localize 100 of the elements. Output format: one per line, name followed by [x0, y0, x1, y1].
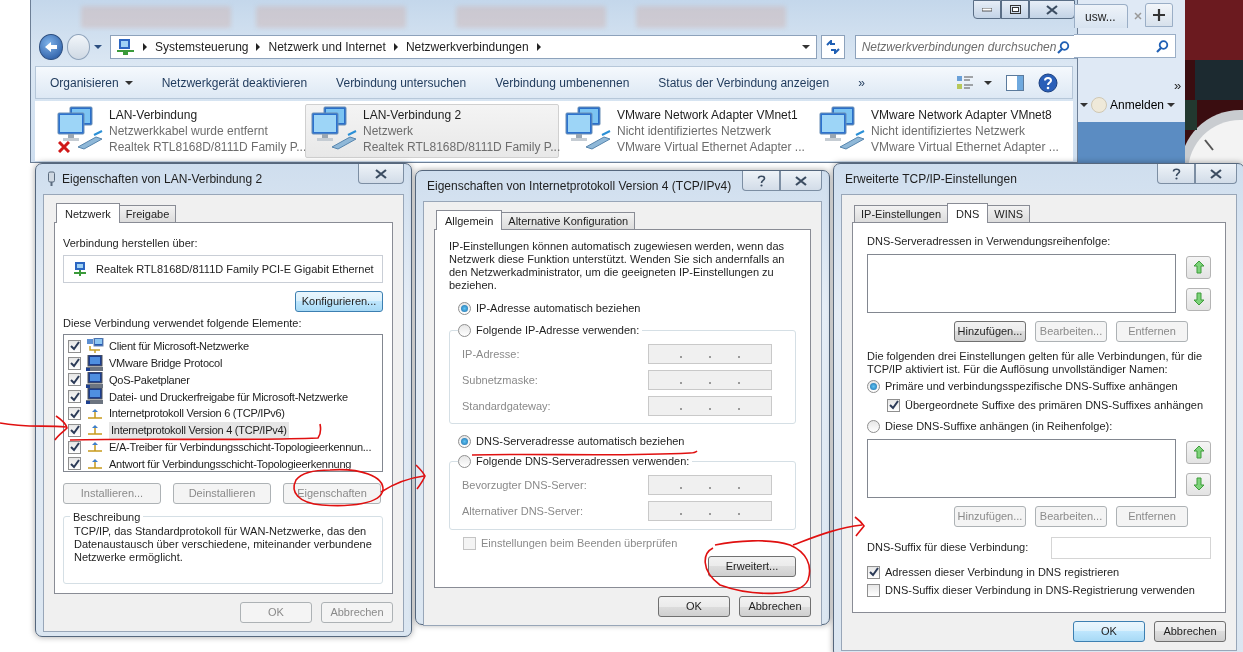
toolbar-button[interactable]: Organisieren	[50, 73, 133, 92]
plus-icon	[1153, 9, 1165, 21]
ok-button[interactable]: OK	[1073, 621, 1145, 642]
tab[interactable]: Allgemein	[436, 210, 503, 230]
help-button[interactable]	[1157, 164, 1195, 184]
breadcrumb-separator-icon[interactable]	[143, 43, 148, 51]
dns-suffix-field[interactable]	[1051, 536, 1211, 559]
list-item[interactable]: VMware Bridge Protocol	[109, 354, 223, 372]
breadcrumb-item[interactable]: Netzwerkverbindungen	[405, 38, 529, 56]
account-button[interactable]: Anmelden	[1110, 96, 1165, 114]
refresh-button[interactable]	[821, 35, 845, 59]
list-item[interactable]: Antwort für Verbindungsschicht-Topologieerkennung	[109, 455, 352, 473]
close-button[interactable]	[1029, 0, 1075, 19]
maximize-button[interactable]	[1001, 0, 1029, 19]
checkbox[interactable]	[867, 583, 880, 597]
move-up-button[interactable]	[1186, 440, 1211, 464]
network-connection-item[interactable]: VMware Network Adapter VMnet1 Nicht identifiziertes Netzwerk VMware Virtual Ethernet Adapter ...	[559, 104, 813, 158]
network-connection-item[interactable]: VMware Network Adapter VMnet8 Nicht identifiziertes Netzwerk VMware Virtual Ethernet Adapter ...	[813, 104, 1067, 158]
help-icon[interactable]	[1038, 72, 1058, 93]
toolbar-button[interactable]: Verbindung untersuchen	[336, 73, 467, 92]
overflow-chevron[interactable]: »	[1174, 76, 1182, 96]
ip-address-field[interactable]	[648, 370, 772, 390]
list-item[interactable]: Internetprotokoll Version 4 (TCP/IPv4)	[109, 422, 289, 439]
radio-button[interactable]	[458, 435, 471, 448]
minimize-button[interactable]	[973, 0, 1001, 19]
tab[interactable]: Alternative Konfiguration	[501, 212, 636, 229]
cancel-button[interactable]: Abbrechen	[1154, 621, 1226, 642]
list-item[interactable]: Datei- und Druckerfreigabe für Microsoft-Netzwerke	[109, 388, 348, 406]
move-down-button[interactable]	[1186, 472, 1211, 496]
checkbox[interactable]	[68, 407, 81, 421]
checkbox[interactable]	[68, 373, 81, 387]
ip-address-field[interactable]	[648, 344, 772, 364]
tab[interactable]: Netzwerk	[56, 203, 120, 223]
tab[interactable]: DNS	[947, 203, 989, 223]
breadcrumb-separator-icon[interactable]	[536, 43, 541, 51]
breadcrumb-item[interactable]: Systemsteuerung	[155, 38, 249, 56]
radio-button[interactable]	[458, 455, 471, 468]
history-dropdown-icon[interactable]	[94, 45, 103, 49]
move-down-button[interactable]	[1186, 287, 1211, 311]
radio-button[interactable]	[458, 324, 471, 337]
breadcrumb-separator-icon[interactable]	[256, 43, 261, 51]
checkbox-label: Übergeordnete Suffixe des primären DNS-Suffixes anhängen	[905, 397, 1203, 413]
preview-pane-icon[interactable]	[1006, 74, 1024, 91]
network-connection-item[interactable]: LAN-Verbindung Netzwerkkabel wurde entfernt Realtek RTL8168D/8111D Family P...	[51, 104, 305, 158]
account-dropdown-icon[interactable]	[1167, 103, 1176, 107]
minimize-icon	[982, 7, 992, 12]
list-box[interactable]	[867, 253, 1176, 313]
radio-button[interactable]	[458, 302, 471, 315]
list-box[interactable]	[867, 438, 1176, 498]
checkbox[interactable]	[887, 398, 900, 412]
radio-button[interactable]	[867, 419, 880, 433]
checkbox[interactable]	[867, 565, 880, 579]
window-title: Erweiterte TCP/IP-Einstellungen	[845, 171, 1017, 188]
back-button[interactable]	[39, 34, 63, 60]
toolbar-button[interactable]: Verbindung umbenennen	[495, 73, 630, 92]
checkbox[interactable]	[68, 390, 81, 404]
ip-address-field[interactable]	[648, 475, 772, 495]
toolbar-button[interactable]: »	[858, 73, 865, 92]
ip-address-field[interactable]	[648, 501, 772, 521]
tab[interactable]: WINS	[987, 205, 1031, 222]
tab[interactable]: IP-Einstellungen	[854, 205, 949, 222]
breadcrumb-separator-icon[interactable]	[393, 43, 398, 51]
close-button[interactable]	[358, 164, 404, 184]
help-button[interactable]	[742, 171, 780, 191]
ok-button[interactable]: OK	[658, 596, 730, 617]
browser-search-field[interactable]	[1074, 34, 1176, 58]
configure-button[interactable]: Konfigurieren...	[295, 291, 383, 312]
list-item[interactable]: E/A-Treiber für Verbindungsschicht-Topologieerkennun...	[109, 438, 372, 456]
close-button[interactable]	[780, 171, 822, 191]
checkbox[interactable]	[68, 423, 81, 437]
new-tab-button[interactable]	[1145, 3, 1173, 27]
toolbar-button[interactable]: Status der Verbindung anzeigen	[658, 73, 830, 92]
checkbox[interactable]	[68, 356, 81, 370]
radio-button[interactable]	[867, 379, 880, 393]
list-item[interactable]: Internetprotokoll Version 6 (TCP/IPv6)	[109, 405, 285, 422]
close-icon	[375, 168, 387, 179]
cancel-button[interactable]: Abbrechen	[739, 596, 811, 617]
close-button[interactable]	[1195, 164, 1237, 184]
intro-text: IP-Einstellungen können automatisch zugewiesen werden, wenn das Netzwerk diese Funktion unterstützt. Wenden Sie sich andernfalls an den Netzwerkadministrator, um die geeigneten IP-Einstellungen zu beziehen.	[449, 240, 786, 292]
toolbar-button[interactable]: Netzwerkgerät deaktivieren	[161, 73, 308, 92]
address-dropdown-icon[interactable]	[802, 45, 811, 49]
ip-address-field[interactable]	[648, 396, 772, 416]
tab[interactable]: Freigabe	[118, 205, 177, 222]
move-up-button[interactable]	[1186, 255, 1211, 279]
field-label: IP-Adresse:	[462, 346, 520, 362]
protocol-icon	[86, 441, 104, 454]
add-button[interactable]: Hinzufügen...	[954, 320, 1026, 342]
radio-label: Primäre und verbindungsspezifische DNS-Suffixe anhängen	[885, 378, 1178, 394]
list-item[interactable]: QoS-Paketplaner	[109, 371, 190, 389]
view-dropdown-icon[interactable]	[984, 80, 992, 85]
checkbox[interactable]	[68, 339, 81, 353]
advanced-button[interactable]: Erweitert...	[708, 556, 796, 577]
checkbox[interactable]	[68, 457, 81, 471]
search-field[interactable]: Netzwerkverbindungen durchsuchen	[854, 35, 1077, 59]
browser-tab[interactable]: usw...	[1074, 4, 1128, 28]
list-item[interactable]: Client für Microsoft-Netzwerke	[109, 338, 249, 355]
breadcrumb-item[interactable]: Netzwerk und Internet	[268, 38, 386, 56]
search-icon	[1057, 40, 1070, 54]
close-icon	[1210, 168, 1222, 179]
network-connection-item[interactable]: LAN-Verbindung 2 Netzwerk Realtek RTL8168D/8111D Family P...	[305, 104, 559, 158]
